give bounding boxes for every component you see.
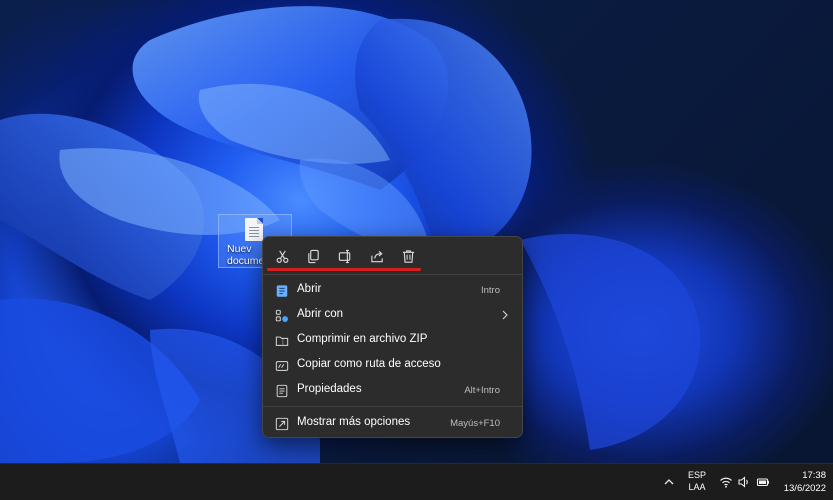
zip-archive-icon (274, 333, 289, 348)
rename-button[interactable] (334, 245, 356, 267)
desktop-file-label-line2: docume (227, 255, 265, 267)
delete-button[interactable] (397, 245, 419, 267)
cut-button[interactable] (271, 245, 293, 267)
menu-item-properties[interactable]: Propiedades Alt+Intro (263, 378, 522, 403)
menu-item-label: Copiar como ruta de acceso (297, 358, 441, 370)
desktop-file-label-line1: Nuev (227, 243, 252, 255)
menu-item-copy-path[interactable]: Copiar como ruta de acceso (263, 353, 522, 378)
share-icon (370, 250, 383, 262)
chevron-right-icon (502, 310, 508, 320)
trash-icon (402, 249, 414, 263)
menu-item-shortcut: Intro (480, 285, 500, 296)
open-with-icon (274, 308, 289, 323)
menu-item-shortcut: Mayús+F10 (450, 418, 500, 429)
toolbar-highlight-underline (267, 268, 421, 271)
language-code: ESP (687, 470, 706, 480)
battery-icon[interactable] (756, 475, 770, 489)
rename-icon (338, 249, 350, 263)
context-menu: Abrir Intro Abrir con Comprimir en archi… (262, 236, 523, 438)
menu-item-more-options[interactable]: Mostrar más opciones Mayús+F10 (263, 411, 522, 436)
menu-item-label: Propiedades (297, 383, 362, 395)
menu-separator (263, 406, 522, 407)
menu-item-shortcut: Alt+Intro (464, 385, 500, 396)
open-document-icon (274, 283, 289, 298)
menu-item-open-with[interactable]: Abrir con (263, 303, 522, 328)
more-options-icon (274, 416, 289, 431)
clock-date: 13/6/2022 (783, 483, 826, 494)
wifi-icon[interactable] (719, 475, 733, 489)
scissors-icon (276, 250, 288, 263)
properties-icon (274, 383, 289, 398)
copy-path-icon (274, 358, 289, 373)
context-menu-toolbar (263, 237, 522, 275)
menu-item-label: Mostrar más opciones (297, 416, 411, 428)
menu-item-open[interactable]: Abrir Intro (263, 278, 522, 303)
taskbar: ESP LAA 17:38 13/6/2022 (0, 463, 833, 500)
share-button[interactable] (366, 245, 388, 267)
input-language-indicator[interactable]: ESP LAA (684, 469, 710, 493)
system-clock[interactable]: 17:38 13/6/2022 (776, 469, 826, 495)
clock-time: 17:38 (802, 470, 826, 481)
keyboard-layout-code: LAA (688, 482, 706, 492)
volume-icon[interactable] (737, 475, 751, 489)
menu-item-compress-zip[interactable]: Comprimir en archivo ZIP (263, 328, 522, 353)
menu-item-label: Abrir con (297, 308, 344, 320)
chevron-up-icon[interactable] (662, 475, 676, 489)
copy-button[interactable] (302, 245, 324, 267)
copy-icon (307, 249, 319, 263)
menu-item-label: Comprimir en archivo ZIP (297, 333, 428, 345)
menu-item-label: Abrir (297, 283, 322, 295)
text-file-icon (245, 218, 263, 241)
